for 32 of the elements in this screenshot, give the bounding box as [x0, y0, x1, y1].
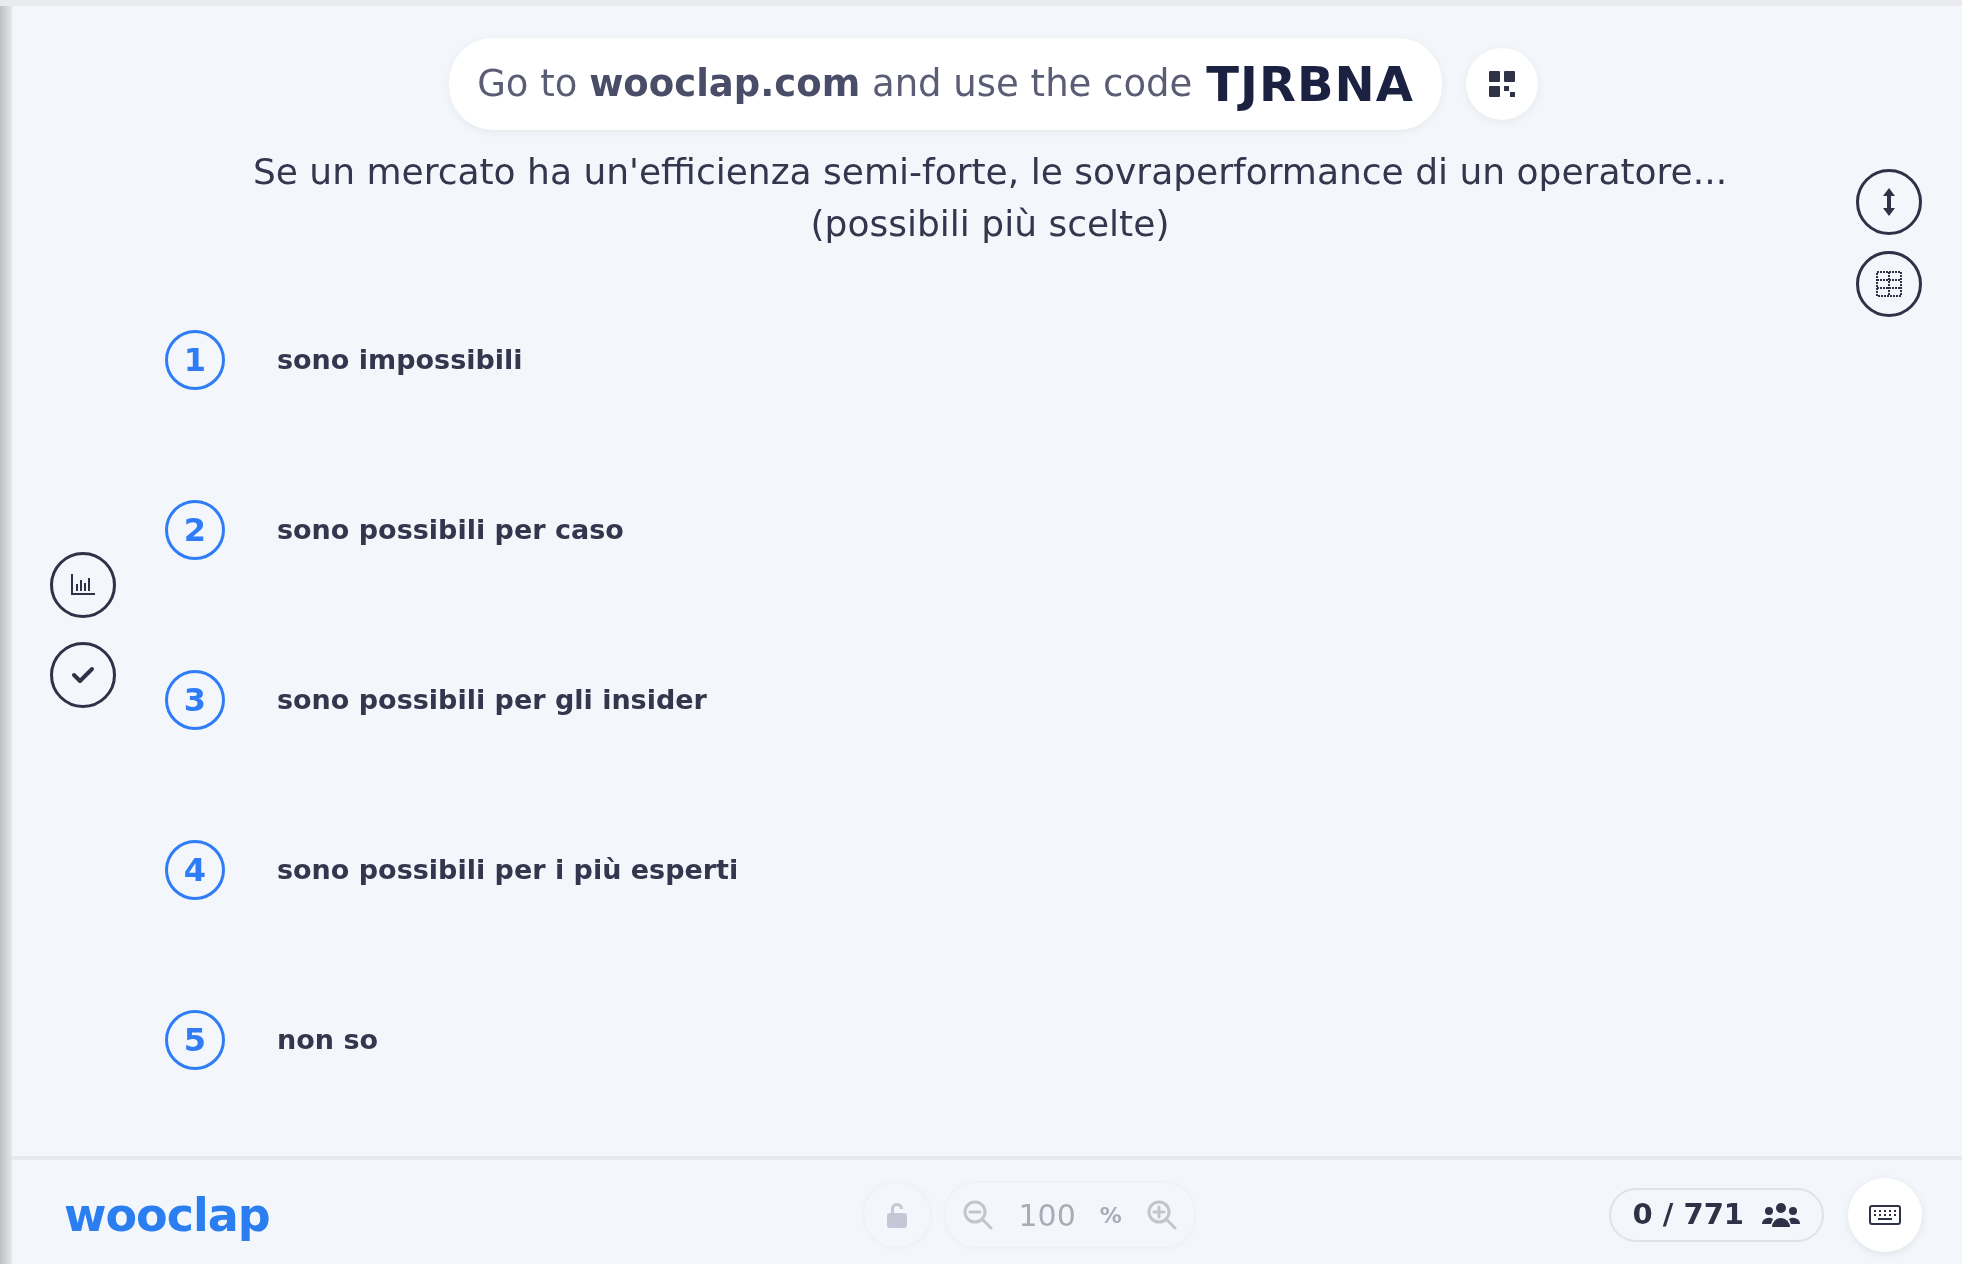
event-code: TJRBNA	[1206, 55, 1414, 114]
option-label: sono impossibili	[277, 342, 523, 377]
qr-code-icon	[1487, 70, 1516, 98]
zoom-out-icon	[962, 1199, 995, 1231]
option-number: 3	[165, 670, 225, 730]
grid-icon	[1876, 271, 1902, 297]
zoom-in-icon	[1145, 1199, 1178, 1231]
option-label: sono possibili per gli insider	[277, 682, 707, 717]
participant-count: 0 / 771	[1632, 1196, 1744, 1234]
wooclap-logo: wooclap	[64, 1186, 270, 1244]
question-note: (possibili più scelte)	[810, 202, 1170, 246]
option-label: sono possibili per i più esperti	[277, 852, 739, 887]
option-number: 5	[165, 1010, 225, 1070]
bar-chart-icon	[70, 574, 96, 596]
people-icon	[1762, 1202, 1800, 1228]
checkmark-icon	[71, 666, 95, 684]
correct-answer-button[interactable]	[50, 642, 116, 708]
results-button[interactable]	[50, 552, 116, 618]
resize-button[interactable]	[1856, 169, 1922, 235]
join-instruction: Go to wooclap.com and use the code	[477, 61, 1193, 108]
option-label: non so	[277, 1022, 378, 1057]
vertical-arrows-icon	[1883, 188, 1895, 216]
option-label: sono possibili per caso	[277, 512, 624, 547]
option-number: 1	[165, 330, 225, 390]
option-number: 2	[165, 500, 225, 560]
layout-button[interactable]	[1856, 251, 1922, 317]
padlock-icon	[886, 1202, 909, 1228]
keyboard-icon	[1869, 1205, 1901, 1225]
question-title: Se un mercato ha un'efficienza semi-forte, le sovraperformance di un operatore...	[252, 150, 1728, 194]
zoom-unit: %	[1099, 1201, 1122, 1230]
option-number: 4	[165, 840, 225, 900]
zoom-value: 100	[1018, 1196, 1076, 1235]
